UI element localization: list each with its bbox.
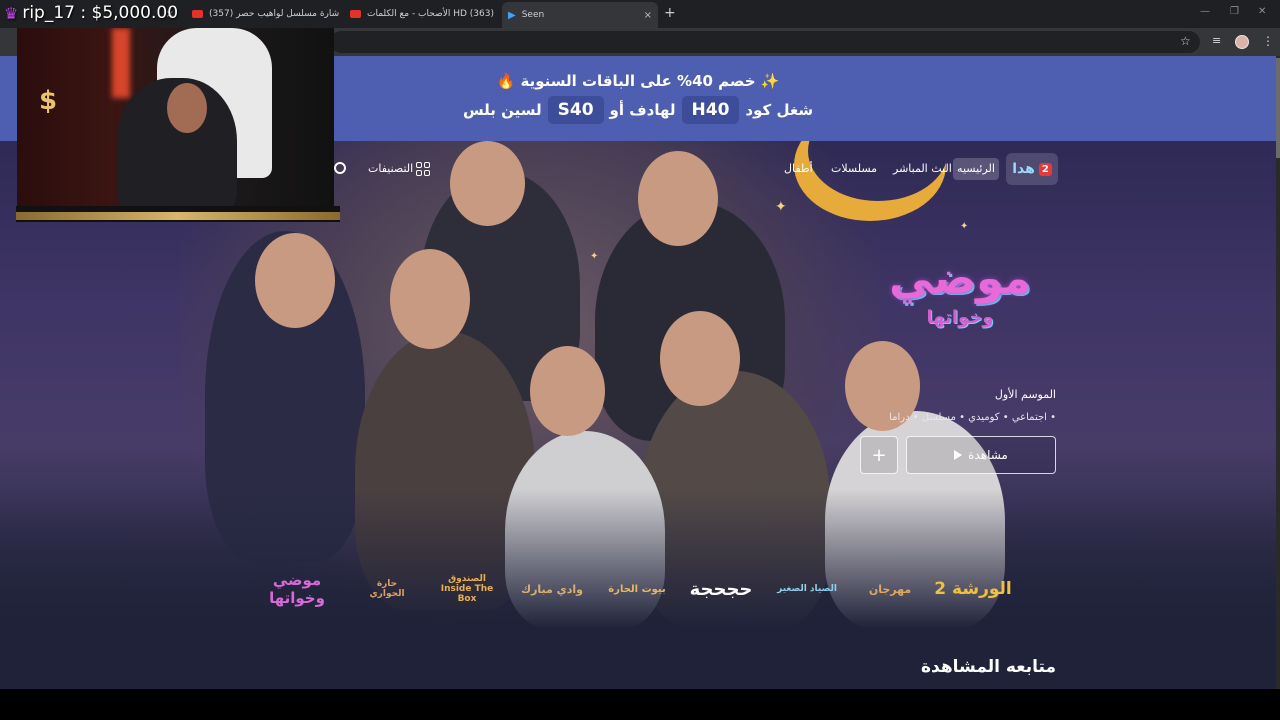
- sparkle-icon: ✨: [760, 72, 780, 90]
- show-logo-sub: وخواتها: [926, 307, 994, 328]
- cam-streamer-head: [167, 83, 207, 133]
- webcam-frame-bar: [16, 206, 340, 222]
- play-icon: [954, 450, 963, 460]
- add-to-list-button[interactable]: +: [860, 436, 898, 474]
- new-tab-button[interactable]: +: [664, 5, 676, 21]
- youtube-icon: [192, 10, 203, 18]
- star-icon: ✦: [590, 251, 599, 262]
- rail-logo-item[interactable]: مهرجان: [858, 559, 922, 619]
- rail-logo-item[interactable]: الورشة 2: [932, 559, 1014, 619]
- tab-title: (357) شارة مسلسل لواهيب حصر: [209, 9, 340, 19]
- search-icon[interactable]: [334, 162, 346, 174]
- tab-close-icon[interactable]: ×: [638, 10, 652, 21]
- nav-home[interactable]: الرئيسيه: [953, 158, 999, 180]
- site-logo[interactable]: ﻫﺪﺍ 2: [1006, 153, 1058, 185]
- browser-tab-seen[interactable]: ▶ Seen ×: [502, 2, 658, 28]
- browser-tab-2[interactable]: الأصحاب - مع الكلمات HD (363) ×: [344, 3, 498, 25]
- promo-text-mid: لهادف أو: [609, 101, 676, 119]
- nav-live[interactable]: البث المباشر: [893, 162, 952, 175]
- rail-logo-item[interactable]: حجحجة: [680, 559, 762, 619]
- logo-text: ﻫﺪﺍ: [1012, 161, 1035, 177]
- browser-menu-icon[interactable]: ⋮: [1262, 34, 1274, 48]
- rail-logo-item[interactable]: موضي وخواتها: [252, 559, 342, 619]
- webcam-overlay: $: [17, 28, 334, 206]
- watch-label: مشاهدة: [968, 448, 1008, 462]
- show-logo-main: موضي: [889, 253, 1031, 304]
- profile-avatar[interactable]: [1235, 35, 1249, 49]
- browser-tab-bar: × (357) شارة مسلسل لواهيب حصر × الأصحاب …: [0, 0, 1280, 28]
- page-scrollbar-thumb[interactable]: [1276, 58, 1280, 158]
- promo-code-h40: H40: [681, 96, 740, 124]
- bookmark-star-icon[interactable]: ☆: [1180, 34, 1191, 48]
- youtube-icon: [350, 10, 361, 18]
- tab-close-icon[interactable]: ×: [494, 9, 498, 20]
- crown-icon: ♛: [4, 3, 19, 23]
- cast-face: [530, 346, 605, 436]
- promo-headline-text: خصم 40% على الباقات السنوية: [520, 72, 756, 90]
- star-icon: ✦: [960, 221, 969, 232]
- promo-text-end: لسين بلس: [462, 101, 542, 119]
- bottom-black-bar: [0, 689, 1280, 720]
- nav-categories[interactable]: التصنيفات: [368, 162, 413, 175]
- tab-title: Seen: [521, 10, 545, 20]
- show-season: الموسم الأول: [994, 388, 1056, 401]
- browser-tab-1[interactable]: (357) شارة مسلسل لواهيب حصر ×: [186, 3, 340, 25]
- donation-alert: ♛ rip_17 : $5,000.00: [4, 3, 178, 23]
- fire-icon: 🔥: [496, 72, 516, 90]
- dollar-icon: $: [39, 86, 58, 116]
- show-title-logo: موضي وخواتها: [880, 251, 1040, 361]
- watch-button[interactable]: مشاهدة: [906, 436, 1056, 474]
- media-control-icon[interactable]: ≡: [1212, 34, 1221, 47]
- tab-close-icon[interactable]: ×: [339, 9, 340, 20]
- close-window-icon[interactable]: ✕: [1258, 6, 1266, 17]
- star-icon: ✦: [775, 199, 787, 215]
- show-genres: • اجتماعي • كوميدي • مسلسل • دراما: [889, 412, 1056, 423]
- continue-watching-heading: متابعه المشاهدة: [921, 657, 1056, 677]
- tab-title: الأصحاب - مع الكلمات HD (363): [367, 9, 494, 19]
- cast-face: [390, 249, 470, 349]
- show-logo-rail: الورشة 2 مهرجان الصياد الصغير حجحجة بيوت…: [250, 559, 1020, 619]
- cast-face: [255, 233, 335, 328]
- promo-text-start: شغل كود: [745, 101, 814, 119]
- nav-series[interactable]: مسلسلات: [831, 162, 877, 175]
- logo-number: 2: [1038, 162, 1052, 176]
- rail-logo-item[interactable]: الصندوق Inside The Box: [432, 559, 502, 619]
- minimize-icon[interactable]: —: [1200, 6, 1210, 17]
- cast-face: [660, 311, 740, 406]
- seen-play-icon: ▶: [508, 9, 516, 21]
- categories-grid-icon[interactable]: [416, 162, 430, 176]
- donation-text: rip_17 : $5,000.00: [22, 3, 179, 23]
- promo-code-s40: S40: [547, 96, 604, 124]
- hero-section: ✦ ✦ ✦ ﻫﺪﺍ 2 الرئيسيه البث المباشر مسلسلا…: [0, 141, 1276, 689]
- nav-kids[interactable]: أطفال: [784, 162, 813, 175]
- rail-logo-item[interactable]: وادي مبارك: [512, 559, 592, 619]
- maximize-icon[interactable]: ❐: [1230, 6, 1239, 17]
- rail-logo-item[interactable]: بيوت الحارة: [608, 559, 666, 619]
- rail-logo-item[interactable]: الصياد الصغير: [776, 559, 838, 619]
- address-bar[interactable]: [330, 31, 1200, 53]
- rail-logo-item[interactable]: حارة الحواري: [358, 559, 416, 619]
- cam-red-light: [112, 28, 130, 98]
